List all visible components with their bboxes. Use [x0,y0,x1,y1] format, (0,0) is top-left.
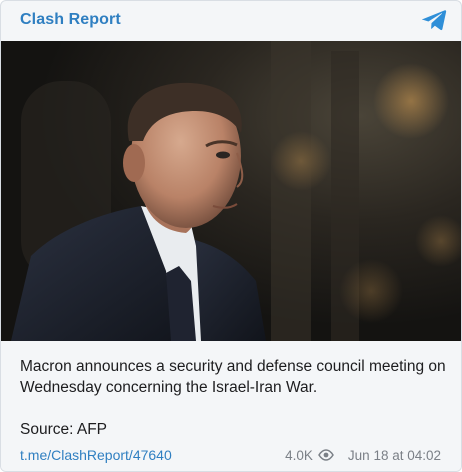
telegram-icon[interactable] [421,9,447,31]
post-header: Clash Report [1,1,461,39]
channel-name[interactable]: Clash Report [20,11,121,29]
eye-icon [318,449,334,461]
post-link[interactable]: t.me/ClashReport/47640 [20,445,172,465]
post-source: Source: AFP [20,421,108,438]
post-photo[interactable] [1,41,461,341]
post-footer: t.me/ClashReport/47640 4.0K Jun 18 at 04… [1,445,461,467]
post-body: Macron announces a security and defense … [1,341,461,471]
telegram-post-card: Clash Report Macron announces a security… [0,0,462,472]
post-date: Jun 18 at 04:02 [347,447,441,463]
portrait-photo [1,41,461,341]
post-text: Macron announces a security and defense … [20,358,446,396]
post-meta: 4.0K Jun 18 at 04:02 [285,445,441,465]
view-count: 4.0K [285,447,313,463]
